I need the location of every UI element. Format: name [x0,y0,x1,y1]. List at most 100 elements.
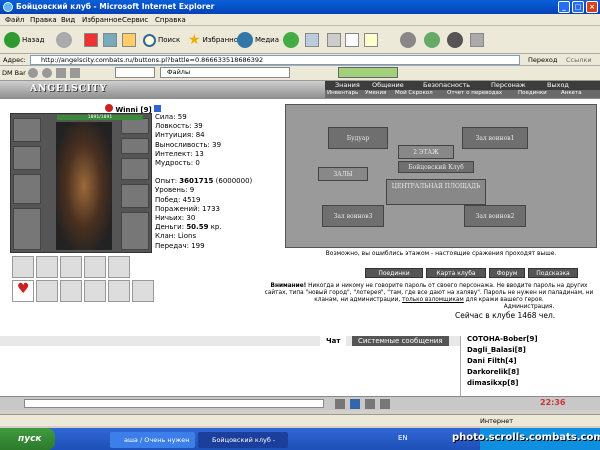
edit-button[interactable] [345,30,359,50]
tab-system-messages[interactable]: Системные сообщения [352,336,449,346]
print-button[interactable] [327,30,341,50]
forum-button[interactable]: Форум [489,268,525,278]
menu-tools[interactable]: Сервис [122,16,148,24]
subnav-profile[interactable]: Анкета [561,90,582,96]
room-central-square[interactable]: ЦЕНТРАЛЬНАЯ ПЛОЩАДЬ [386,179,486,205]
url-field[interactable] [30,55,520,65]
menu-favorites[interactable]: Избранное [82,16,122,24]
links-bar: DM Bar Файлы [0,66,600,81]
stop-button[interactable] [84,30,98,50]
dm-refresh-icon[interactable] [42,68,52,78]
subnav-transfers[interactable]: Отчет о переводах [447,90,502,96]
go-button[interactable]: Переход [528,56,557,64]
belt-slot-1[interactable] [12,256,34,278]
belt-slot-2[interactable] [36,256,58,278]
discuss-button[interactable] [364,30,378,50]
dm-progress-field[interactable] [115,67,155,78]
home-button[interactable] [122,30,136,50]
chat-log[interactable] [0,346,458,396]
plugin-button-2[interactable] [424,30,440,50]
close-button[interactable]: × [586,1,598,13]
language-indicator[interactable]: EN [398,434,408,442]
history-button[interactable] [283,30,299,50]
search-button[interactable]: Поиск [143,30,180,50]
armor-slot[interactable] [13,208,41,250]
media-button[interactable]: Медиа [237,30,279,50]
forward-button[interactable] [56,30,72,50]
start-button[interactable]: пуск [0,428,55,450]
weapon-slot[interactable] [13,174,41,204]
room-boudoir[interactable]: Будуар [328,127,388,149]
favorites-button[interactable]: ★ Избранное [188,30,242,50]
battles-button[interactable]: Поединки [365,268,423,278]
chat-input[interactable] [24,399,324,408]
subnav-inventory[interactable]: Инвентарь [327,90,358,96]
clear-icon[interactable] [365,399,375,409]
mail-button[interactable] [305,30,319,50]
room-warriors2[interactable]: Зал воинов2 [464,205,526,227]
user-item[interactable]: COTOHA-Bober[9] [467,335,538,343]
menu-file[interactable]: Файл [5,16,24,24]
gloves-slot[interactable] [121,158,149,180]
download-progress [338,67,398,78]
belt-slot-4[interactable] [84,256,106,278]
heart-slot[interactable]: ♥ [12,280,34,302]
boots-slot[interactable] [121,212,149,250]
task-item[interactable]: аша / Очень нужен ... [110,432,195,448]
user-item[interactable]: Darkorelik[8] [467,368,519,376]
minimize-button[interactable]: _ [558,1,570,13]
hint-button[interactable]: Подсказка [528,268,578,278]
info-icon[interactable] [154,105,162,112]
back-button[interactable]: Назад [4,30,44,50]
plugin-button-1[interactable] [400,30,416,50]
send-icon[interactable] [335,399,345,409]
plugin-button-3[interactable] [447,30,463,50]
task-item-active[interactable]: Бойцовский клуб - М... [198,432,288,448]
user-item[interactable]: dimasikxp[8] [467,379,518,387]
club-map-button[interactable]: Карта клуба [426,268,486,278]
item-slot-2[interactable] [60,280,82,302]
belt-slot-3[interactable] [60,256,82,278]
earring-slot[interactable] [121,118,149,134]
user-item[interactable]: Dani Filth[4] [467,357,517,365]
amulet-slot[interactable] [121,138,149,154]
room-halls[interactable]: ЗАЛЫ [318,167,368,181]
room-fight-club[interactable]: Бойцовский Клуб [398,161,474,173]
room-warriors3[interactable]: Зал воинов3 [322,205,384,227]
dm-stop-icon[interactable] [70,68,80,78]
room-floor2[interactable]: 2 ЭТАЖ [398,145,454,159]
dm-home-icon[interactable] [56,68,66,78]
maximize-button[interactable]: □ [572,1,584,13]
item-slot-3[interactable] [84,280,106,302]
smile-icon[interactable] [380,399,390,409]
menu-help[interactable]: Справка [155,16,186,24]
user-item[interactable]: Dagli_Balasi[8] [467,346,526,354]
stat-transfers: Передач: 199 [155,241,205,250]
item-slot-4[interactable] [108,280,130,302]
nav-security[interactable]: Безопасность [423,81,470,89]
nav-communication[interactable]: Общение [372,81,404,89]
subnav-skills[interactable]: Умения [365,90,386,96]
subnav-scroll[interactable]: Мой Скрокол [395,90,433,96]
tab-chat[interactable]: Чат [320,336,347,346]
menu-edit[interactable]: Правка [30,16,57,24]
nav-exit[interactable]: Выход [547,81,569,89]
nav-knowledge[interactable]: Знания [335,81,360,89]
item-slot-1[interactable] [36,280,58,302]
menu-view[interactable]: Вид [61,16,75,24]
item-slot-5[interactable] [132,280,154,302]
thieves-link[interactable]: только взломщикам [402,297,464,303]
plugin-button-4[interactable] [470,30,484,50]
filter-icon[interactable] [350,399,360,409]
room-warriors1[interactable]: Зал воинов1 [462,127,528,149]
refresh-button[interactable] [103,30,117,50]
shield-slot[interactable] [121,184,149,208]
helmet-slot[interactable] [13,118,41,142]
belt-slot-5[interactable] [108,256,130,278]
files-dropdown[interactable]: Файлы [160,67,290,78]
links-label[interactable]: Ссылки [566,56,592,64]
nav-character[interactable]: Персонаж [491,81,526,89]
dm-settings-icon[interactable] [28,68,38,78]
subnav-battles[interactable]: Поединки [518,90,547,96]
bracers-slot[interactable] [13,146,41,170]
